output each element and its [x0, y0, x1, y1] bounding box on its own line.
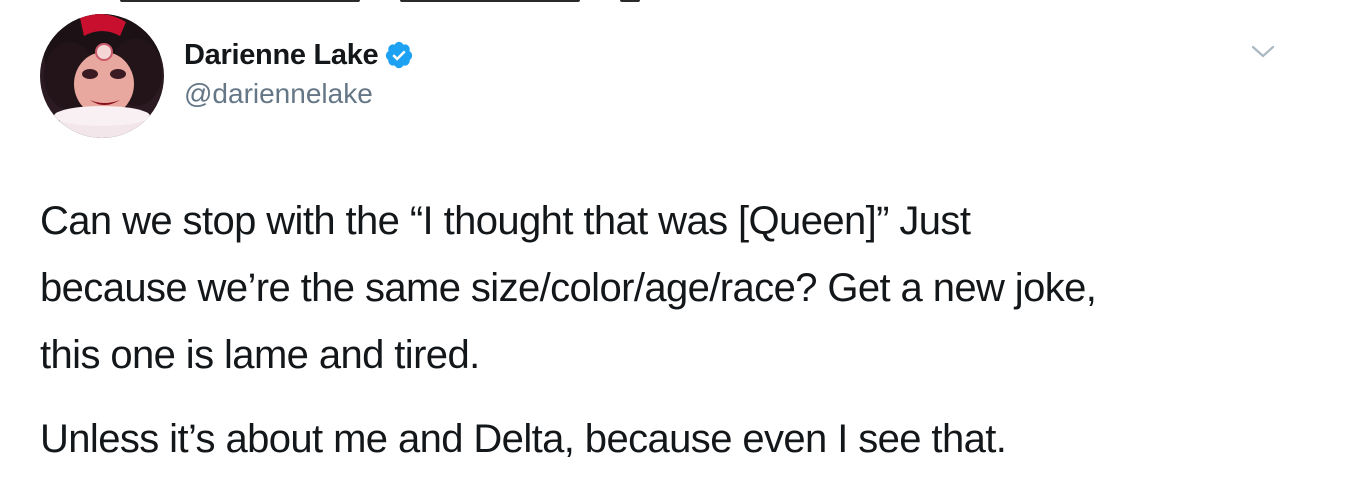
tweet-paragraph-2: Unless it’s about me and Delta, because …	[40, 417, 1007, 461]
tweet-paragraph-1: Can we stop with the “I thought that was…	[40, 188, 1340, 389]
avatar[interactable]	[40, 14, 164, 138]
verified-badge-icon	[386, 41, 413, 69]
author-identity[interactable]: Darienne Lake @dariennelake	[184, 36, 414, 110]
display-name[interactable]: Darienne Lake	[184, 39, 379, 72]
chevron-down-icon[interactable]	[1250, 42, 1276, 62]
tweet-card: Darienne Lake @dariennelake Can we stop …	[0, 0, 1368, 496]
name-row: Darienne Lake	[184, 36, 414, 74]
tweet-line: because we’re the same size/color/age/ra…	[40, 266, 1097, 310]
handle[interactable]: @dariennelake	[184, 78, 414, 110]
tweet-line: this one is lame and tired.	[40, 333, 480, 377]
previous-tweet-edge	[0, 0, 1368, 6]
tweet-line: Can we stop with the “I thought that was…	[40, 199, 971, 243]
profile-photo	[40, 14, 164, 138]
